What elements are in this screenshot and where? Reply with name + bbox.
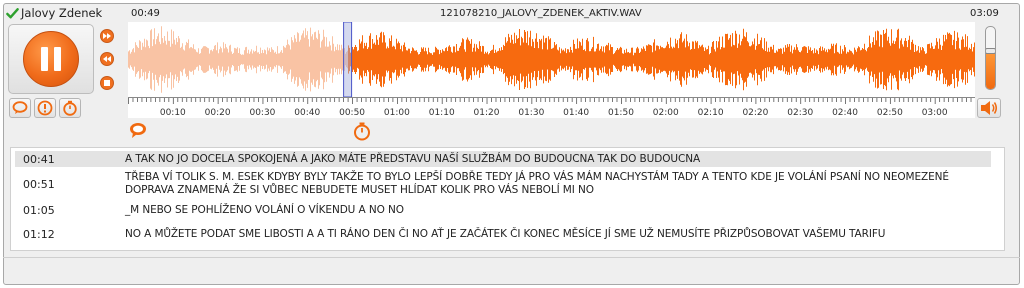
transcript-text: _M NEBO SE POHLÍŽENO VOLÁNÍ O VÍKENDU A … (125, 203, 404, 216)
comment-icon (12, 101, 28, 114)
transcript-time: 01:05 (23, 203, 55, 217)
ruler-label: 01:00 (384, 108, 410, 118)
ruler-label: 02:20 (742, 108, 768, 118)
status-divider (3, 257, 1020, 258)
file-name: 121078210_JALOVY_ZDENEK_AKTIV.WAV (440, 8, 642, 19)
pause-icon (23, 31, 79, 87)
caller-name: Jalovy Zdenek (21, 6, 103, 20)
check-icon (6, 7, 19, 18)
ruler-label: 00:30 (249, 108, 275, 118)
fast-forward-button[interactable] (100, 29, 114, 43)
waveform[interactable] (128, 21, 975, 98)
total-duration: 03:09 (970, 8, 999, 19)
transcript-time: 00:51 (23, 177, 55, 191)
volume-slider[interactable] (985, 26, 996, 90)
waveform-played (128, 26, 348, 93)
ruler-label: 00:10 (160, 108, 186, 118)
ruler-label: 02:50 (877, 108, 903, 118)
volume-fill (986, 50, 995, 89)
ruler-label: 00:50 (339, 108, 365, 118)
transcript-text: NO A MŮŽETE PODAT SME LIBOSTI A A TI RÁN… (125, 227, 886, 240)
stopwatch-icon (354, 122, 371, 141)
stopwatch-button[interactable] (59, 98, 81, 118)
waveform-graphic[interactable] (128, 21, 975, 98)
marker-comment[interactable] (128, 121, 148, 141)
playhead[interactable] (343, 21, 353, 98)
ruler-label: 01:30 (518, 108, 544, 118)
ruler-label: 01:50 (608, 108, 634, 118)
volume-button[interactable] (977, 98, 1001, 118)
transcript-time: 00:41 (23, 152, 55, 166)
current-time: 00:49 (131, 8, 160, 19)
waveform-unplayed (348, 28, 975, 91)
marker-stopwatch[interactable] (352, 121, 372, 141)
pause-button[interactable] (8, 24, 94, 94)
ruler-label: 02:30 (787, 108, 813, 118)
transcript-text: TŘEBA VÍ TOLIK S. M. ESEK KDYBY BYLY TAK… (125, 171, 949, 196)
transcript-text: A TAK NO JO DOCELA SPOKOJENÁ A JAKO MÁTE… (125, 152, 701, 165)
ruler-label: 01:10 (429, 108, 455, 118)
timeline-ruler[interactable]: 00:10 00:20 00:30 00:40 00:50 01:00 01:10 01:20… (128, 97, 976, 118)
stop-button[interactable] (100, 76, 114, 90)
comment-icon (130, 123, 146, 138)
speaker-icon (981, 101, 997, 115)
ruler-label: 03:00 (922, 108, 948, 118)
ruler-label: 00:40 (294, 108, 320, 118)
transcript-row[interactable]: 01:12 NO A MŮŽETE PODAT SME LIBOSTI A A … (15, 220, 991, 248)
warning-icon (37, 100, 53, 116)
ruler-label: 01:20 (474, 108, 500, 118)
rewind-button[interactable] (100, 52, 114, 66)
transcript-row[interactable]: 01:05 _M NEBO SE POHLÍŽENO VOLÁNÍ O VÍKE… (15, 202, 991, 218)
ruler-label: 02:00 (653, 108, 679, 118)
transcript-row[interactable]: 00:41 A TAK NO JO DOCELA SPOKOJENÁ A JAK… (15, 151, 991, 167)
fast-forward-icon (103, 33, 111, 39)
ruler-label: 02:10 (698, 108, 724, 118)
warning-button[interactable] (34, 98, 56, 118)
transcript-time: 01:12 (23, 227, 55, 241)
volume-knob[interactable] (986, 47, 995, 54)
rewind-icon (103, 56, 111, 62)
stopwatch-icon (63, 100, 77, 116)
comment-button[interactable] (9, 98, 31, 118)
ruler-label: 00:20 (205, 108, 231, 118)
transcript-row[interactable]: 00:51 TŘEBA VÍ TOLIK S. M. ESEK KDYBY BY… (15, 170, 991, 198)
stop-icon (104, 80, 110, 86)
ruler-label: 02:40 (832, 108, 858, 118)
caller-label: Jalovy Zdenek (6, 6, 102, 20)
ruler-label: 01:40 (563, 108, 589, 118)
transcript-list[interactable]: 00:41 A TAK NO JO DOCELA SPOKOJENÁ A JAK… (10, 147, 1005, 251)
